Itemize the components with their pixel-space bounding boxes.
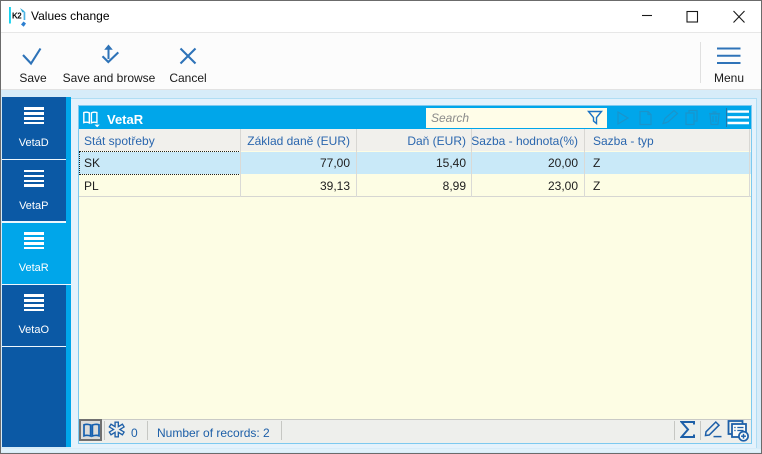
svg-text:K2: K2	[12, 12, 22, 21]
